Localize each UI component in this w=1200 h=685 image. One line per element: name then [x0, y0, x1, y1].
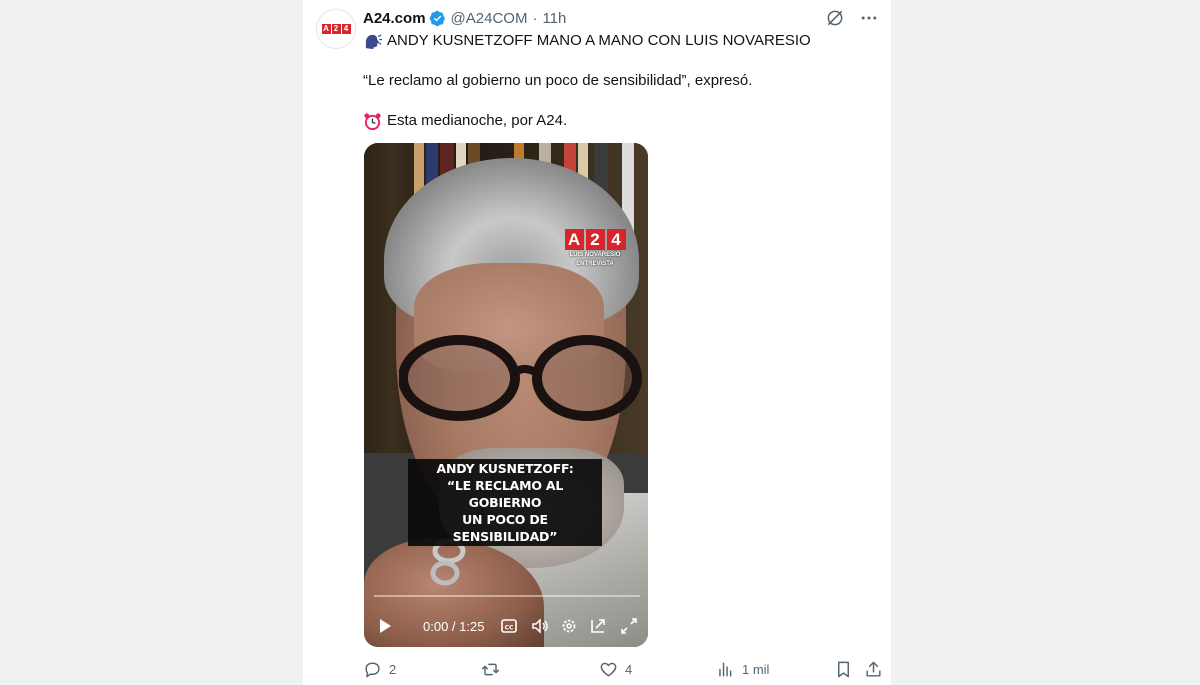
- tweet-schedule: Esta medianoche, por A24.: [387, 112, 568, 129]
- heart-icon: [600, 662, 617, 677]
- like-count: 4: [625, 662, 633, 677]
- retweet-icon: [481, 663, 500, 676]
- video-controls: 0:00 / 1:25 CC: [364, 605, 648, 647]
- share-button[interactable]: [864, 660, 883, 679]
- views-chart-icon: [719, 662, 732, 677]
- bookmark-button[interactable]: [834, 660, 853, 679]
- video-player[interactable]: A 2 4 LUIS NOVARESIO ENTREVISTA ANDY KUS…: [364, 143, 648, 647]
- video-subject-glasses: [399, 335, 642, 421]
- author-handle[interactable]: @A24COM: [451, 10, 528, 27]
- video-time-display: 0:00 / 1:25: [423, 618, 485, 634]
- avatar[interactable]: A 2 4: [316, 9, 356, 49]
- svg-text:CC: CC: [505, 625, 514, 632]
- tweet-quote: “Le reclamo al gobierno un poco de sensi…: [363, 72, 753, 89]
- share-icon: [866, 661, 881, 677]
- reply-icon: [365, 662, 380, 678]
- author-name[interactable]: A24.com: [363, 10, 426, 27]
- tweet-header: A24.com @A24COM · 11h: [363, 8, 566, 28]
- volume-icon[interactable]: [531, 617, 549, 635]
- a24-avatar-logo: A 2 4: [321, 24, 351, 34]
- tweet-text-line-1: ANDY KUSNETZOFF MANO A MANO CON LUIS NOV…: [363, 31, 811, 51]
- speaking-head-icon: [365, 33, 382, 49]
- more-options-icon[interactable]: [859, 8, 879, 28]
- a24-logo-subtitle-1: LUIS NOVARESIO: [569, 252, 621, 258]
- alarm-clock-icon: [364, 112, 381, 130]
- tweet-headline: ANDY KUSNETZOFF MANO A MANO CON LUIS NOV…: [387, 32, 811, 49]
- video-caption: ANDY KUSNETZOFF: “LE RECLAMO AL GOBIERNO…: [408, 459, 602, 546]
- reply-count: 2: [389, 662, 397, 677]
- tweet-card: A 2 4 A24.com @A24COM · 11h ANDY KUSNETZ…: [303, 0, 891, 685]
- retweet-button[interactable]: [481, 660, 507, 679]
- tweet-action-bar: 2 4 1 mil: [363, 660, 883, 680]
- tweet-timestamp[interactable]: 11h: [542, 10, 566, 27]
- settings-gear-icon[interactable]: [560, 617, 578, 635]
- bookmark-icon: [838, 661, 849, 678]
- verified-badge-icon[interactable]: [429, 10, 446, 27]
- views-count: 1 mil: [742, 662, 770, 677]
- like-button[interactable]: 4: [599, 660, 632, 679]
- separator-dot: ·: [532, 9, 538, 27]
- reply-button[interactable]: 2: [363, 660, 396, 679]
- tweet-top-actions: [825, 8, 879, 28]
- play-icon[interactable]: [376, 617, 394, 635]
- a24-video-logo: A 2 4 LUIS NOVARESIO ENTREVISTA: [563, 229, 627, 268]
- tweet-text-line-2: “Le reclamo al gobierno un poco de sensi…: [363, 71, 752, 91]
- fullscreen-icon[interactable]: [620, 617, 638, 635]
- tweet-text-line-3: Esta medianoche, por A24.: [363, 111, 567, 131]
- a24-logo-subtitle-2: ENTREVISTA: [576, 261, 614, 267]
- captions-icon[interactable]: CC: [500, 617, 518, 635]
- grok-icon[interactable]: [825, 8, 845, 28]
- picture-in-picture-icon[interactable]: [589, 617, 607, 635]
- views-button[interactable]: 1 mil: [716, 660, 769, 679]
- video-progress-bar[interactable]: [374, 595, 640, 597]
